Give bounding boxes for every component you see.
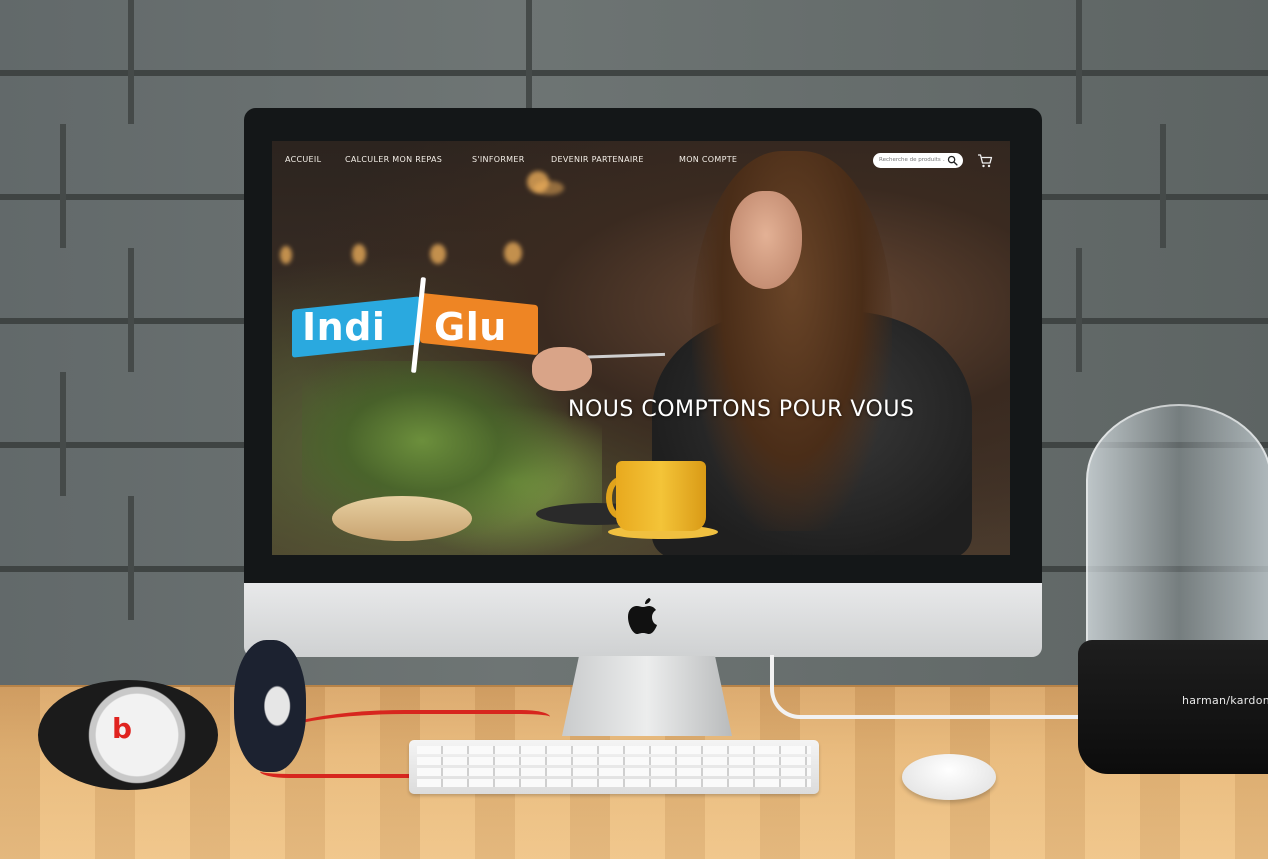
yellow-mug: [616, 461, 706, 531]
bokeh-light: [430, 244, 446, 264]
bread: [332, 496, 472, 541]
headphone-right-cup: [234, 640, 306, 772]
speaker-base: [1078, 640, 1268, 774]
top-nav: ACCUEIL CALCULER MON REPAS S'INFORMER DE…: [272, 141, 1010, 181]
nav-item-calculer-mon-repas[interactable]: CALCULER MON REPAS: [345, 155, 442, 164]
website-screen: ACCUEIL CALCULER MON REPAS S'INFORMER DE…: [272, 141, 1010, 555]
headphones: b: [38, 640, 318, 790]
brick-joint: [128, 248, 134, 372]
imac-stand: [562, 656, 732, 736]
bokeh-light: [280, 246, 292, 264]
indiglu-logo[interactable]: Indi Glu: [292, 277, 542, 373]
search-icon[interactable]: [947, 155, 958, 166]
speaker-dome: [1086, 404, 1268, 658]
bokeh-light: [534, 181, 564, 195]
search-input[interactable]: [879, 154, 945, 166]
keyboard: [409, 740, 819, 794]
bokeh-light: [504, 242, 522, 264]
speaker: harman/kardon: [1078, 404, 1268, 774]
brick-joint: [1076, 248, 1082, 372]
brick-joint: [128, 496, 134, 620]
nav-item-s-informer[interactable]: S'INFORMER: [472, 155, 525, 164]
brick-joint: [60, 372, 66, 496]
brick-joint: [526, 0, 532, 110]
speaker-brand-label: harman/kardon: [1182, 694, 1268, 707]
logo-text-glu: Glu: [434, 305, 507, 349]
hero-tagline: NOUS COMPTONS POUR VOUS: [568, 397, 915, 422]
nav-item-mon-compte[interactable]: MON COMPTE: [679, 155, 737, 164]
brick-joint: [60, 124, 66, 248]
photo-scene: ACCUEIL CALCULER MON REPAS S'INFORMER DE…: [0, 0, 1268, 859]
nav-item-accueil[interactable]: ACCUEIL: [285, 155, 321, 164]
brick-joint: [1160, 124, 1166, 248]
magic-mouse: [902, 754, 996, 800]
woman-face: [730, 191, 802, 289]
brick-joint: [128, 0, 134, 124]
power-cable: [770, 655, 1084, 719]
apple-logo-icon: [628, 598, 657, 634]
bokeh-light: [352, 244, 366, 264]
beats-logo: b: [112, 712, 133, 745]
cart-icon[interactable]: [977, 153, 993, 169]
brick-joint: [1076, 0, 1082, 124]
nav-item-devenir-partenaire[interactable]: DEVENIR PARTENAIRE: [551, 155, 644, 164]
search-box[interactable]: [873, 153, 963, 168]
logo-text-indi: Indi: [302, 305, 386, 349]
keyboard-keys: [417, 746, 811, 788]
